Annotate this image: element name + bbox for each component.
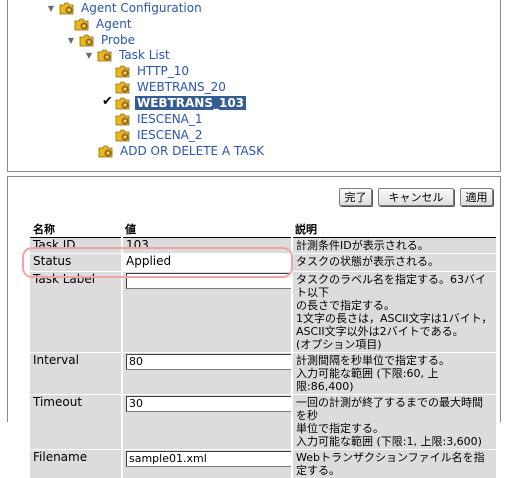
cancel-button[interactable]: キャンセル (378, 188, 454, 206)
folder-gear-icon (97, 49, 112, 62)
apply-button[interactable]: 適用 (460, 188, 493, 206)
collapse-arrow-icon[interactable]: ▼ (66, 36, 76, 45)
table-row-filename: Filename sample01.xml Webトランザクションファイル名を指… (30, 450, 497, 478)
tree-label-agent[interactable]: Agent (94, 17, 134, 31)
collapse-arrow-icon[interactable]: ▼ (84, 51, 94, 60)
tree-node-probe[interactable]: ▼ Probe (66, 32, 137, 48)
row-description: 計測間隔を秒単位で指定する。 入力可能な範囲 (下限:60, 上限:86,400… (292, 353, 497, 395)
table-header-row: 名称 値 説明 (30, 221, 497, 238)
tree-label-add-or-delete-task[interactable]: ADD OR DELETE A TASK (118, 144, 266, 158)
row-name: Timeout (30, 395, 122, 450)
tree-label-task-list[interactable]: Task List (117, 48, 172, 62)
tree-label-webtrans-103[interactable]: WEBTRANS_103 (135, 96, 246, 110)
status-value: Applied (122, 254, 292, 272)
table-row-timeout: Timeout 30 一回の計測が終了するまでの最大時間を秒 単位で指定する。 … (30, 395, 497, 450)
column-header-value: 値 (122, 221, 292, 238)
timeout-input[interactable]: 30 (126, 396, 292, 412)
row-value-cell: 30 (122, 395, 292, 450)
tree-node-task-list[interactable]: ▼ Task List (84, 47, 172, 63)
task-id-value: 103 (122, 238, 292, 254)
row-description: タスクのラベル名を指定する。63バイト以下 の長さで指定する。 1文字の長さは，… (292, 272, 497, 353)
table-row-status: Status Applied タスクの状態が表示される。 (30, 254, 497, 272)
task-label-input[interactable] (126, 273, 292, 289)
tree-node-webtrans-20[interactable]: WEBTRANS_20 (115, 79, 228, 95)
table-row-interval: Interval 80 計測間隔を秒単位で指定する。 入力可能な範囲 (下限:6… (30, 353, 497, 395)
column-header-name: 名称 (30, 221, 122, 238)
folder-gear-icon (79, 34, 94, 47)
folder-gear-icon (115, 65, 130, 78)
finish-button[interactable]: 完了 (339, 188, 372, 206)
tree-node-agent-configuration[interactable]: ▼ Agent Configuration (46, 0, 204, 16)
row-name: Task Label (30, 272, 122, 353)
folder-gear-icon (115, 113, 130, 126)
row-name: Filename (30, 450, 122, 478)
tree-label-http-10[interactable]: HTTP_10 (135, 64, 191, 78)
task-settings-table: 名称 値 説明 Task ID 103 計測条件IDが表示される。 Status… (30, 221, 498, 478)
tree-node-webtrans-103[interactable]: WEBTRANS_103 (115, 95, 246, 111)
navigation-tree-frame: ▼ Agent Configuration Agent ▼ Probe ▼ (7, 0, 501, 172)
row-value-cell (122, 272, 292, 353)
row-name: Interval (30, 353, 122, 395)
tree-node-iescena-2[interactable]: IESCENA_2 (115, 127, 205, 143)
row-value-cell: 80 (122, 353, 292, 395)
folder-gear-icon (115, 129, 130, 142)
folder-gear-icon (74, 18, 89, 31)
row-name: Task ID (30, 238, 122, 254)
row-description: 一回の計測が終了するまでの最大時間を秒 単位で指定する。 入力可能な範囲 (下限… (292, 395, 497, 450)
folder-gear-icon (59, 2, 74, 15)
tree-node-add-or-delete-task[interactable]: ADD OR DELETE A TASK (98, 143, 266, 159)
row-description: タスクの状態が表示される。 (292, 254, 497, 272)
tree-label-agent-configuration[interactable]: Agent Configuration (79, 1, 204, 15)
row-value-cell: sample01.xml (122, 450, 292, 478)
tree-node-agent[interactable]: Agent (74, 16, 134, 32)
tree-node-http-10[interactable]: HTTP_10 (115, 63, 191, 79)
column-header-description: 説明 (292, 221, 497, 238)
filename-input[interactable]: sample01.xml (126, 451, 292, 467)
row-description: 計測条件IDが表示される。 (292, 238, 497, 254)
folder-gear-icon (98, 145, 113, 158)
table-row-task-label: Task Label タスクのラベル名を指定する。63バイト以下 の長さで指定す… (30, 272, 497, 353)
checkmark-icon: ✔ (102, 94, 113, 109)
tree-label-iescena-1[interactable]: IESCENA_1 (135, 112, 205, 126)
folder-gear-icon (115, 81, 130, 94)
collapse-arrow-icon[interactable]: ▼ (46, 4, 56, 13)
tree-label-probe[interactable]: Probe (99, 33, 137, 47)
row-name: Status (30, 254, 122, 272)
row-description: Webトランザクションファイル名を指定する。 (292, 450, 497, 478)
table-row-task-id: Task ID 103 計測条件IDが表示される。 (30, 238, 497, 254)
tree-label-webtrans-20[interactable]: WEBTRANS_20 (135, 80, 228, 94)
tree-label-iescena-2[interactable]: IESCENA_2 (135, 128, 205, 142)
folder-gear-icon (115, 97, 130, 110)
interval-input[interactable]: 80 (126, 354, 292, 370)
tree-node-iescena-1[interactable]: IESCENA_1 (115, 111, 205, 127)
